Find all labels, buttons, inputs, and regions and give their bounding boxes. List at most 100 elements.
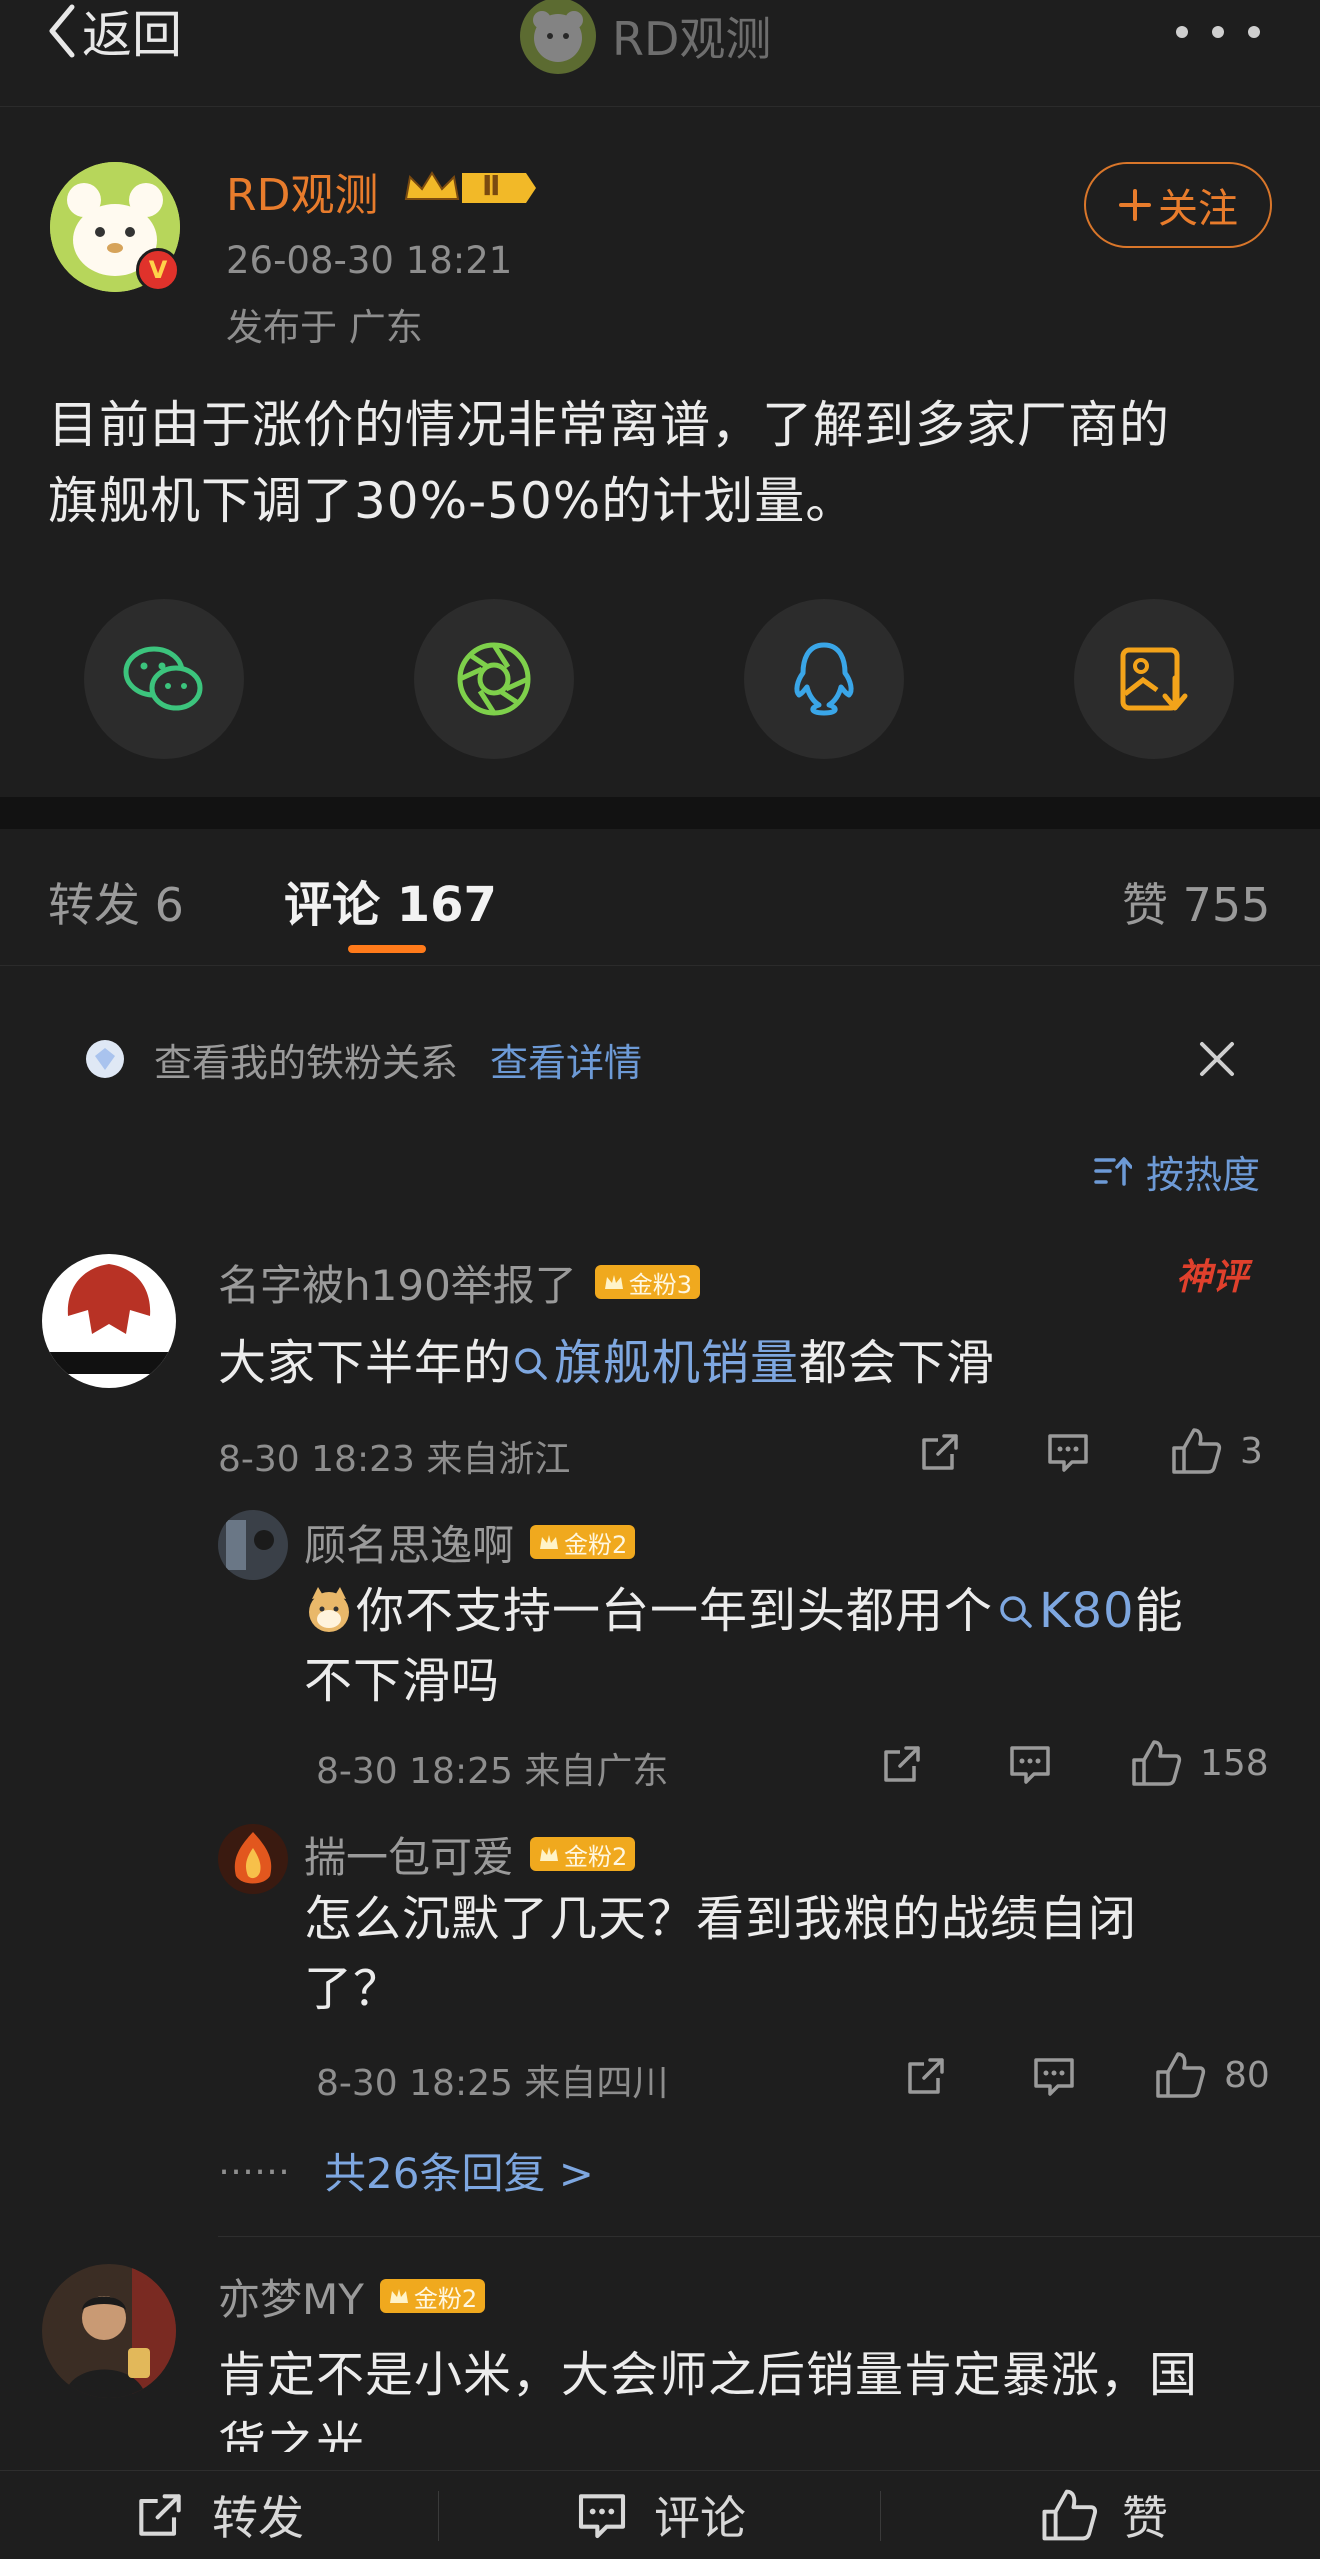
reply-header: 顾名思逸啊 金粉2 [304,1512,636,1573]
comment-header: 亦梦MY 金粉2 [218,2266,486,2327]
post-card: V RD观测 Ⅱ 26-08-30 18:21 发布于 广东 关注 目前由于涨价… [0,107,1320,797]
back-button[interactable]: 返回 [46,0,182,64]
plus-icon [1119,189,1151,221]
comment-username[interactable]: 亦梦MY [218,2266,364,2327]
section-divider [0,797,1320,829]
tab-bar: 转发 6 评论 167 赞 755 [0,829,1320,966]
reply-text-line: 不下滑吗 [304,1653,501,1709]
bottom-separator [438,2491,439,2541]
close-icon[interactable] [1194,1036,1240,1082]
crown-icon [540,1847,559,1861]
active-tab-indicator [348,945,426,953]
comment-text: 肯定不是小米，大会师之后销量肯定暴涨，国 货之光 [218,2340,1298,2452]
top-title: RD观测 [612,12,772,66]
reply-meta: 8-30 18:25 来自广东 [316,1751,669,1792]
comment-text-part: 大家下半年的 [218,1335,513,1391]
topic-label: 旗舰机销量 [554,1335,800,1391]
crown-icon [389,2289,408,2303]
post-text: 目前由于涨价的情况非常离谱，了解到多家厂商的 旗舰机下调了30%-50%的计划量… [48,387,1278,539]
share-icon[interactable] [878,1740,926,1788]
top-avatar [520,0,596,74]
reply-text-line: 怎么沉默了几天？看到我粮的战绩自闭 [304,1891,1138,1947]
reply-header: 揣一包可爱 金粉2 [304,1824,636,1885]
reply-icon[interactable] [1030,2052,1078,2100]
fan-level-label: 金粉3 [628,1270,693,1299]
comment-meta: 8-30 18:23 来自浙江 [218,1439,571,1480]
comment-avatar[interactable] [42,1254,176,1388]
comment-username[interactable]: 名字被h190举报了 [218,1252,577,1313]
thumbs-up-icon [1132,1740,1182,1786]
like-count: 80 [1224,2054,1270,2096]
crown-icon [404,171,536,203]
topic-link[interactable]: K80 [993,1583,1135,1639]
like-button[interactable]: 158 [1130,1738,1269,1788]
reply-text: 你不支持一台一年到头都用个 K80能 不下滑吗 [304,1576,1264,1716]
reply-avatar[interactable] [218,1824,288,1894]
reply-text-part: 你不支持一台一年到头都用个 [356,1583,994,1639]
top-comment-tag: 神评 [1176,1257,1249,1298]
reply-meta: 8-30 18:25 来自四川 [316,2063,669,2104]
fan-notice-text: 查看我的铁粉关系 [154,1041,459,1085]
moments-icon [457,642,531,716]
tab-like[interactable]: 赞 755 [1122,869,1270,935]
top-title-group: RD观测 [520,0,772,74]
follow-button[interactable]: 关注 [1084,162,1272,248]
diamond-icon [86,1040,124,1078]
back-label: 返回 [82,6,182,64]
top-bar: 返回 RD观测 [0,0,1320,107]
comment-divider [218,2236,1320,2237]
fan-level-badge: 金粉2 [379,2279,486,2313]
reply-icon[interactable] [1006,1740,1054,1788]
share-icon[interactable] [916,1428,964,1476]
fan-notice-link[interactable]: 查看详情 [490,1032,642,1087]
crown-icon [540,1535,559,1549]
comment-avatar[interactable] [42,2264,176,2398]
rank-badge: Ⅱ [402,167,538,209]
reply-username[interactable]: 揣一包可爱 [304,1824,514,1885]
fan-notice: 查看我的铁粉关系 查看详情 [0,1020,1320,1096]
save-image-icon [1120,647,1188,711]
thumbs-up-icon [1042,2489,1098,2541]
bottom-repost-button[interactable]: 转发 [132,2471,304,2559]
topic-label: K80 [1039,1583,1135,1639]
like-button[interactable]: 80 [1154,2050,1270,2100]
comment-text: 大家下半年的 旗舰机销量都会下滑 [218,1328,995,1398]
tab-comment[interactable]: 评论 167 [284,865,497,935]
follow-label: 关注 [1158,186,1238,232]
like-count: 3 [1240,1430,1263,1472]
bottom-repost-label: 转发 [212,2491,304,2545]
thumbs-up-icon [1172,1428,1222,1474]
fan-level-badge: 金粉3 [594,1265,701,1299]
share-qq-button[interactable] [744,599,904,759]
comment-icon [578,2494,626,2539]
more-icon[interactable] [1176,18,1260,46]
search-icon [997,1593,1035,1631]
view-all-replies-link[interactable]: 共26条回复 > [324,2140,594,2201]
share-wechat-button[interactable] [84,599,244,759]
post-text-line: 目前由于涨价的情况非常离谱，了解到多家厂商的 [48,396,1170,454]
fan-level-label: 金粉2 [564,1530,628,1559]
bottom-like-button[interactable]: 赞 [1040,2471,1168,2559]
share-moments-button[interactable] [414,599,574,759]
thumbs-up-icon [1156,2052,1206,2098]
chevron-left-icon [49,4,75,58]
author-name[interactable]: RD观测 [226,159,378,223]
topic-link[interactable]: 旗舰机销量 [512,1335,799,1391]
comment-text-line: 货之光 [218,2417,366,2452]
tab-repost[interactable]: 转发 6 [48,869,184,935]
save-image-button[interactable] [1074,599,1234,759]
crown-icon [604,1275,623,1289]
like-button[interactable]: 3 [1170,1426,1263,1476]
fan-level-label: 金粉2 [413,2284,478,2313]
reply-icon[interactable] [1044,1428,1092,1476]
share-icon[interactable] [902,2052,950,2100]
reply-avatar[interactable] [218,1510,288,1580]
bottom-action-bar: 转发 评论 赞 [0,2470,1320,2559]
sort-label: 按热度 [1146,1152,1261,1197]
fan-level-label: 金粉2 [564,1842,628,1871]
bottom-comment-button[interactable]: 评论 [574,2471,746,2559]
reply-username[interactable]: 顾名思逸啊 [304,1512,514,1573]
sort-button[interactable]: 按热度 [1094,1146,1261,1197]
fan-level-badge: 金粉2 [530,1837,636,1871]
sort-icon [1094,1157,1132,1186]
